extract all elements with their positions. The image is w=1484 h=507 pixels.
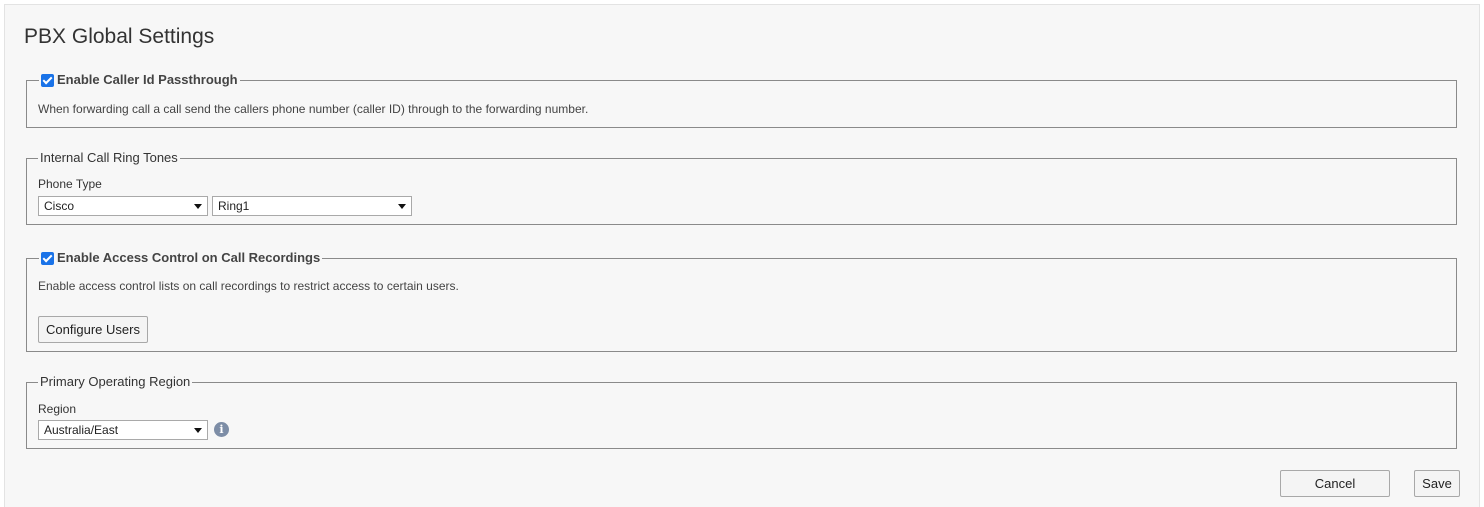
chevron-down-icon — [194, 428, 202, 433]
access-control-legend-label: Enable Access Control on Call Recordings — [57, 250, 321, 265]
info-icon[interactable]: i — [214, 422, 229, 437]
access-control-description: Enable access control lists on call reco… — [38, 279, 459, 293]
ring-tone-select-value: Ring1 — [218, 199, 250, 213]
configure-users-button[interactable]: Configure Users — [38, 316, 148, 343]
phone-type-select[interactable]: Cisco — [38, 196, 208, 216]
caller-id-legend-label: Enable Caller Id Passthrough — [57, 72, 238, 87]
chevron-down-icon — [398, 204, 406, 209]
ring-tones-section: Internal Call Ring Tones Phone Type Cisc… — [26, 149, 1457, 225]
caller-id-checkbox[interactable] — [41, 73, 54, 87]
region-select-value: Australia/East — [44, 423, 119, 437]
access-control-legend: Enable Access Control on Call Recordings — [39, 249, 323, 267]
chevron-down-icon — [194, 204, 202, 209]
region-section: Primary Operating Region Region Australi… — [26, 373, 1457, 449]
region-legend: Primary Operating Region — [38, 373, 193, 391]
save-button[interactable]: Save — [1414, 470, 1460, 497]
phone-type-label: Phone Type — [38, 177, 102, 191]
access-control-section: Enable Access Control on Call Recordings… — [26, 249, 1457, 352]
ring-tones-legend: Internal Call Ring Tones — [38, 149, 180, 167]
cancel-button[interactable]: Cancel — [1280, 470, 1390, 497]
ring-tone-select[interactable]: Ring1 — [212, 196, 412, 216]
caller-id-section: Enable Caller Id Passthrough When forwar… — [26, 71, 1457, 128]
phone-type-select-value: Cisco — [44, 199, 75, 213]
caller-id-description: When forwarding call a call send the cal… — [38, 102, 589, 116]
caller-id-legend: Enable Caller Id Passthrough — [39, 71, 240, 89]
access-control-checkbox[interactable] — [41, 251, 54, 265]
region-label: Region — [38, 402, 77, 416]
page-title: PBX Global Settings — [24, 25, 215, 48]
region-select[interactable]: Australia/East — [38, 420, 208, 440]
